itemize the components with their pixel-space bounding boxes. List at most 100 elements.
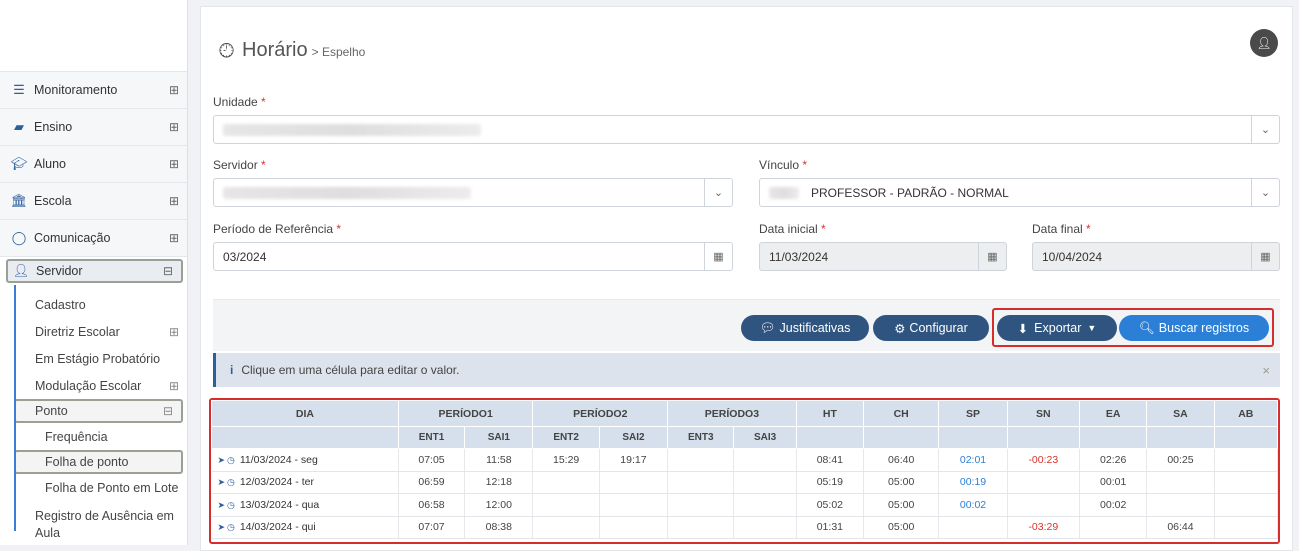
expand-icon[interactable]: ⊞ <box>169 120 179 134</box>
cell-sn[interactable] <box>1007 493 1081 517</box>
location-arrow-icon[interactable]: ➤ <box>218 477 226 487</box>
chevron-down-icon[interactable]: ⌄ <box>704 179 732 206</box>
calendar-icon[interactable]: ▦ <box>978 243 1006 270</box>
expand-icon[interactable]: ⊞ <box>169 325 179 339</box>
breadcrumb[interactable]: > Espelho <box>312 45 366 59</box>
cell-sn[interactable]: -03:29 <box>1007 516 1081 539</box>
justificativas-button[interactable]: 💬︎ Justificativas <box>741 315 869 341</box>
cell-ent2[interactable] <box>532 493 600 517</box>
cell-ht[interactable]: 08:41 <box>796 448 865 472</box>
unidade-select[interactable]: ⌄ <box>213 115 1280 144</box>
clock-icon[interactable]: ◷ <box>227 477 235 487</box>
cell-ab[interactable] <box>1214 471 1278 494</box>
cell-sai2[interactable]: 19:17 <box>599 448 669 472</box>
cell-ent3[interactable] <box>667 448 735 472</box>
cell-ab[interactable] <box>1214 448 1278 472</box>
sidebar-item-aluno[interactable]: 🎓︎ Aluno ⊞ <box>0 146 187 183</box>
cell-ea[interactable]: 02:26 <box>1079 448 1148 472</box>
clock-icon[interactable]: ◷ <box>227 522 235 532</box>
close-icon[interactable]: × <box>1262 363 1270 378</box>
cell-ent3[interactable] <box>667 516 735 539</box>
cell-ent3[interactable] <box>667 471 735 494</box>
location-arrow-icon[interactable]: ➤ <box>218 455 226 465</box>
cell-ab[interactable] <box>1214 493 1278 517</box>
cell-ent2[interactable] <box>532 516 600 539</box>
cell-ht[interactable]: 05:19 <box>796 471 865 494</box>
cell-ht[interactable]: 01:31 <box>796 516 865 539</box>
cell-sai2[interactable] <box>599 471 669 494</box>
sidebar-item-folha-de-ponto[interactable]: Folha de ponto <box>14 450 183 474</box>
sidebar-subitem-ponto[interactable]: Ponto ⊟ <box>14 399 183 423</box>
sidebar-item-frequencia[interactable]: Frequência <box>14 423 187 450</box>
sidebar-item-comunicacao[interactable]: ◯ Comunicação ⊞ <box>0 220 187 257</box>
sidebar-subitem-estagio-probatorio[interactable]: Em Estágio Probatório <box>14 345 187 372</box>
sidebar-item-escola[interactable]: 🏛︎ Escola ⊞ <box>0 183 187 220</box>
cell-sa[interactable] <box>1146 471 1215 494</box>
clock-icon[interactable]: ◷ <box>227 500 235 510</box>
expand-icon[interactable]: ⊞ <box>169 194 179 208</box>
sidebar-subitem-modulacao-escolar[interactable]: Modulação Escolar ⊞ <box>14 372 187 399</box>
location-arrow-icon[interactable]: ➤ <box>218 522 226 532</box>
cell-sai3[interactable] <box>733 471 797 494</box>
cell-ent2[interactable] <box>532 471 600 494</box>
cell-sai2[interactable] <box>599 516 669 539</box>
chevron-down-icon[interactable]: ⌄ <box>1251 179 1279 206</box>
expand-icon[interactable]: ⊞ <box>169 83 179 97</box>
calendar-icon[interactable]: ▦ <box>704 243 732 270</box>
periodo-input[interactable]: 03/2024 ▦ <box>213 242 733 271</box>
clock-icon[interactable]: ◷ <box>227 455 235 465</box>
expand-icon[interactable]: ⊞ <box>169 157 179 171</box>
sidebar-item-monitoramento[interactable]: ☰ Monitoramento ⊞ <box>0 72 187 109</box>
chevron-down-icon[interactable]: ⌄ <box>1251 116 1279 143</box>
expand-icon[interactable]: ⊞ <box>169 379 179 393</box>
cell-sn[interactable] <box>1007 471 1081 494</box>
calendar-icon[interactable]: ▦ <box>1251 243 1279 270</box>
cell-ea[interactable] <box>1079 516 1148 539</box>
data-final-input[interactable]: 10/04/2024 ▦ <box>1032 242 1280 271</box>
sidebar-subitem-cadastro[interactable]: Cadastro <box>14 291 187 318</box>
sidebar-item-folha-de-ponto-em-lote[interactable]: Folha de Ponto em Lote <box>14 474 187 501</box>
collapse-icon[interactable]: ⊟ <box>163 264 173 278</box>
cell-sn[interactable]: -00:23 <box>1007 448 1081 472</box>
cell-sai3[interactable] <box>733 448 797 472</box>
cell-ent1[interactable]: 06:59 <box>398 471 466 494</box>
cell-sai1[interactable]: 08:38 <box>464 516 534 539</box>
location-arrow-icon[interactable]: ➤ <box>218 500 226 510</box>
cell-ch[interactable]: 05:00 <box>863 516 940 539</box>
cell-ch[interactable]: 06:40 <box>863 448 940 472</box>
cell-sa[interactable]: 00:25 <box>1146 448 1215 472</box>
cell-ch[interactable]: 05:00 <box>863 471 940 494</box>
cell-ent1[interactable]: 06:58 <box>398 493 466 517</box>
cell-ch[interactable]: 05:00 <box>863 493 940 517</box>
collapse-icon[interactable]: ⊟ <box>163 404 173 418</box>
cell-sp[interactable]: 00:19 <box>938 471 1008 494</box>
data-inicial-input[interactable]: 11/03/2024 ▦ <box>759 242 1007 271</box>
cell-ent1[interactable]: 07:05 <box>398 448 466 472</box>
cell-sa[interactable]: 06:44 <box>1146 516 1215 539</box>
cell-sa[interactable] <box>1146 493 1215 517</box>
vinculo-select[interactable]: PROFESSOR - PADRÃO - NORMAL ⌄ <box>759 178 1280 207</box>
cell-sai1[interactable]: 12:18 <box>464 471 534 494</box>
configurar-button[interactable]: ⚙ Configurar <box>873 315 989 341</box>
cell-ent2[interactable]: 15:29 <box>532 448 600 472</box>
cell-sai1[interactable]: 12:00 <box>464 493 534 517</box>
cell-sai3[interactable] <box>733 493 797 517</box>
cell-ea[interactable]: 00:01 <box>1079 471 1148 494</box>
sidebar-item-ensino[interactable]: ▰ Ensino ⊞ <box>0 109 187 146</box>
cell-ea[interactable]: 00:02 <box>1079 493 1148 517</box>
cell-sai1[interactable]: 11:58 <box>464 448 534 472</box>
sidebar-subitem-diretriz-escolar[interactable]: Diretriz Escolar ⊞ <box>14 318 187 345</box>
sidebar-subitem-registro-ausencia[interactable]: Registro de Ausência em Aula <box>14 501 187 540</box>
cell-sp[interactable]: 02:01 <box>938 448 1008 472</box>
expand-icon[interactable]: ⊞ <box>169 231 179 245</box>
cell-sp[interactable]: 00:02 <box>938 493 1008 517</box>
servidor-select[interactable]: ⌄ <box>213 178 733 207</box>
cell-ab[interactable] <box>1214 516 1278 539</box>
cell-sai2[interactable] <box>599 493 669 517</box>
cell-ent1[interactable]: 07:07 <box>398 516 466 539</box>
buscar-registros-button[interactable]: 🔍︎ Buscar registros <box>1119 315 1269 341</box>
sidebar-item-servidor[interactable]: 👤︎ Servidor ⊟ <box>6 259 183 283</box>
cell-ent3[interactable] <box>667 493 735 517</box>
cell-ht[interactable]: 05:02 <box>796 493 865 517</box>
exportar-button[interactable]: ⬇ Exportar ▼ <box>997 315 1117 341</box>
